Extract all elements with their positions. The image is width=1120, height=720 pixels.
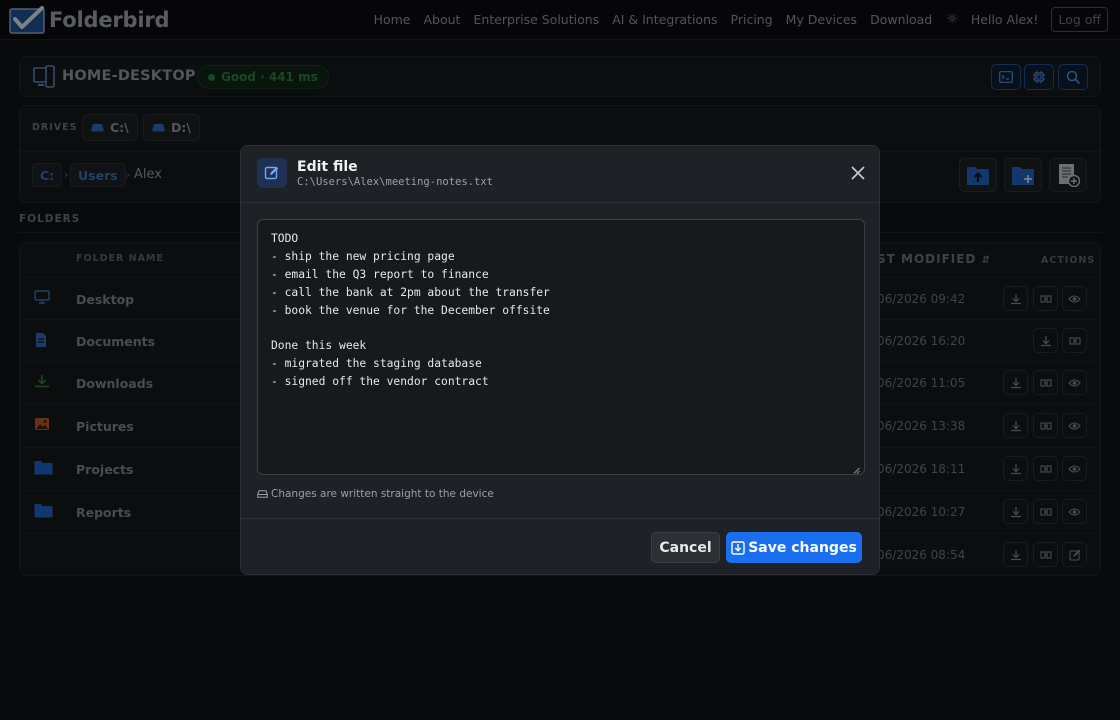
save-note: Changes are written straight to the devi… [257, 488, 494, 500]
file-content-editor[interactable]: TODO - ship the new pricing page - email… [257, 219, 865, 475]
save-icon [731, 540, 745, 555]
file-path: C:\Users\Alex\meeting-notes.txt [297, 176, 493, 188]
cancel-button[interactable]: Cancel [651, 532, 720, 563]
save-changes-button[interactable]: Save changes [726, 532, 862, 563]
edit-icon [257, 158, 287, 188]
resize-grip-icon[interactable] [853, 467, 860, 474]
hard-drive-icon [257, 490, 268, 498]
dialog-footer: Cancel Save changes [241, 518, 879, 574]
save-note-text: Changes are written straight to the devi… [271, 488, 494, 500]
save-changes-label: Save changes [748, 539, 857, 556]
close-button[interactable] [847, 162, 869, 184]
dialog-title: Edit file [297, 159, 358, 175]
close-icon [851, 166, 865, 180]
edit-file-dialog: Edit file C:\Users\Alex\meeting-notes.tx… [240, 145, 880, 575]
dialog-header: Edit file C:\Users\Alex\meeting-notes.tx… [241, 146, 879, 203]
